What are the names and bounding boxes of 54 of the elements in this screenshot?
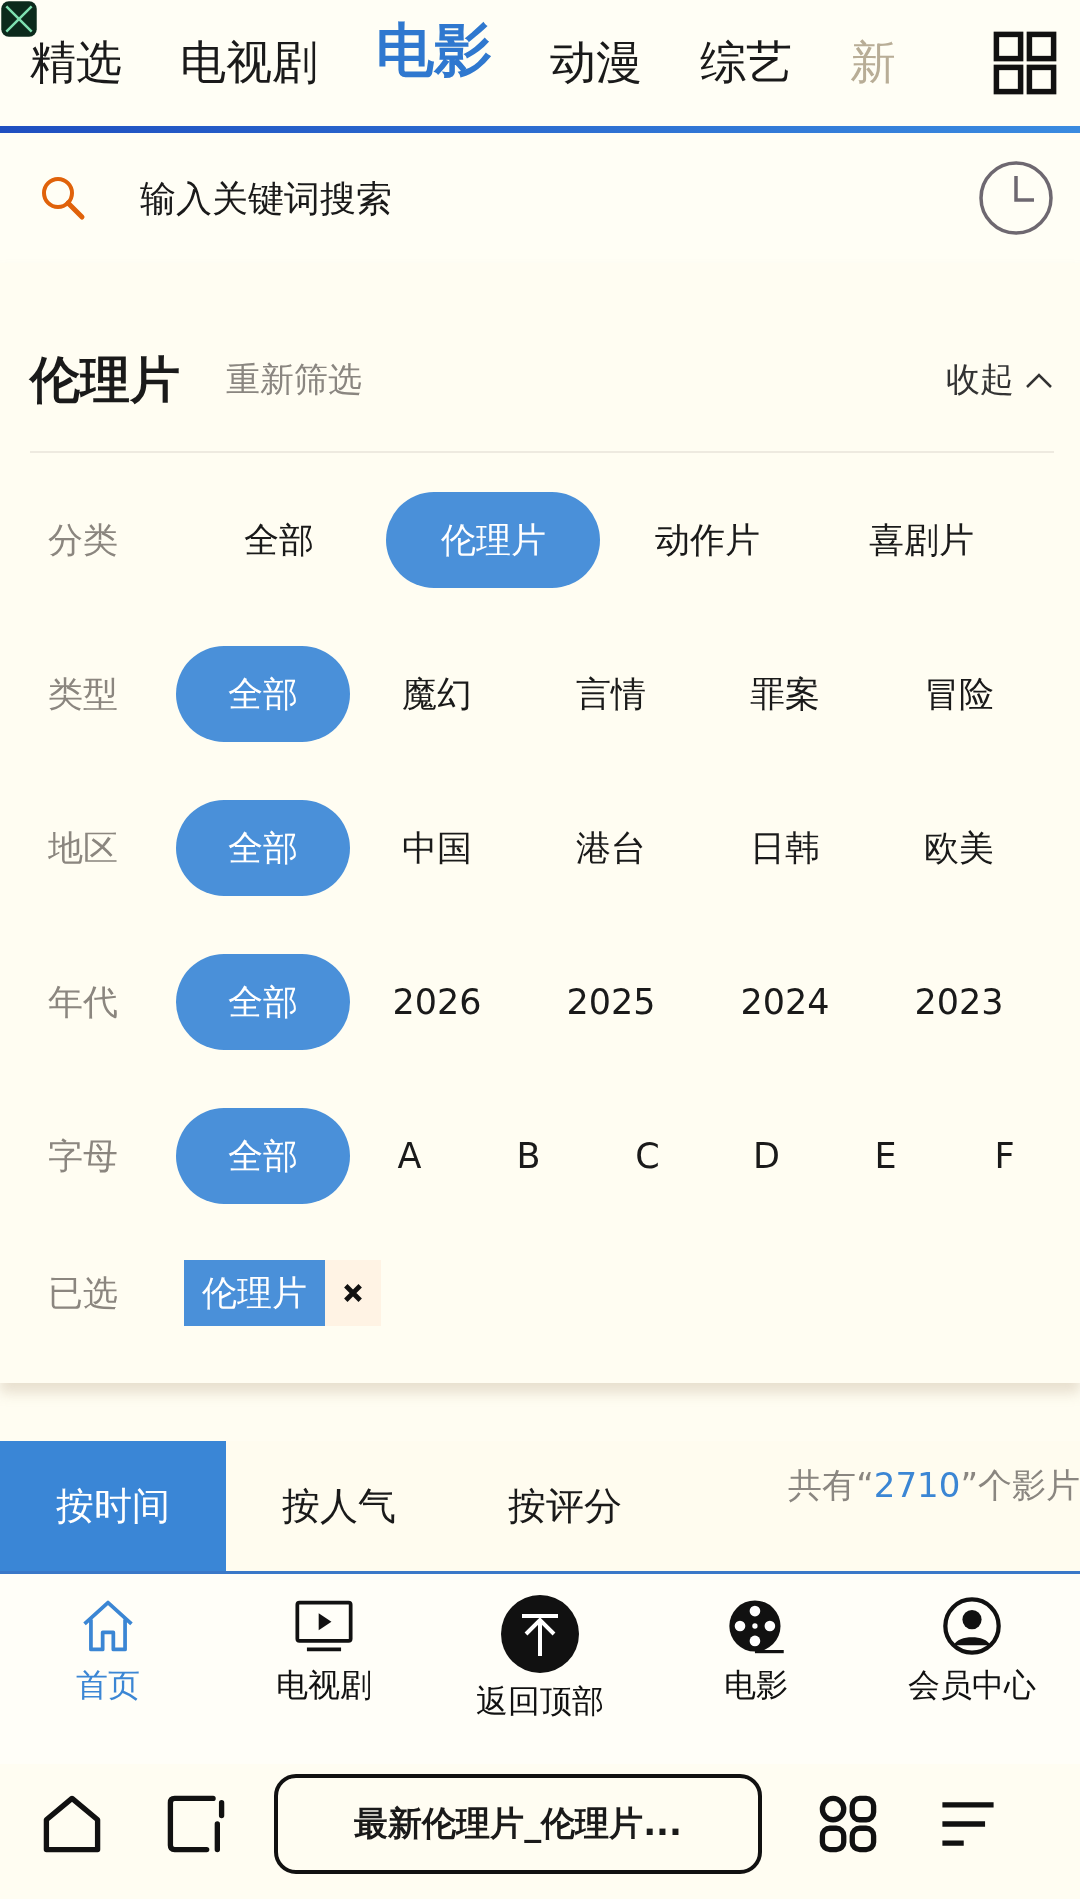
remove-button[interactable] bbox=[325, 1260, 381, 1326]
collapse-button[interactable]: 收起 bbox=[946, 357, 1054, 403]
filter-option[interactable]: 2026 bbox=[350, 954, 524, 1050]
filter-option[interactable]: D bbox=[707, 1108, 826, 1204]
filter-option[interactable]: 中国 bbox=[350, 800, 524, 896]
search-field[interactable]: 输入关键词搜索 bbox=[138, 176, 978, 220]
filter-label: 地区 bbox=[47, 826, 119, 870]
filter-option[interactable]: B bbox=[469, 1108, 588, 1204]
grid-icon[interactable] bbox=[992, 30, 1058, 96]
filter-label: 分类 bbox=[47, 518, 119, 562]
category-tab[interactable]: 电视剧 bbox=[180, 35, 318, 91]
filter-option[interactable]: 全部 bbox=[172, 492, 386, 588]
filter-option[interactable]: 日韩 bbox=[698, 800, 872, 896]
close-icon[interactable] bbox=[0, 0, 38, 38]
close-icon bbox=[341, 1281, 365, 1305]
filter-option[interactable]: 喜剧片 bbox=[814, 492, 1028, 588]
nav-item[interactable]: 会员中心 bbox=[864, 1594, 1080, 1764]
clock-icon[interactable] bbox=[978, 160, 1054, 236]
sort-tab[interactable]: 按评分 bbox=[452, 1441, 678, 1571]
sort-tab[interactable]: 按人气 bbox=[226, 1441, 452, 1571]
category-tab[interactable]: 精选 bbox=[30, 35, 122, 91]
filter-title: 伦理片 bbox=[30, 349, 180, 411]
filter-option[interactable]: 魔幻 bbox=[350, 646, 524, 742]
filter-option[interactable]: 冒险 bbox=[872, 646, 1046, 742]
nav-item[interactable]: 电视剧 bbox=[216, 1594, 432, 1764]
result-count: 共有“2710”个影片 bbox=[788, 1464, 1080, 1507]
filter-option[interactable]: E bbox=[826, 1108, 945, 1204]
filter-option[interactable]: 言情 bbox=[524, 646, 698, 742]
filter-option[interactable]: 动作片 bbox=[600, 492, 814, 588]
category-tab[interactable]: 电影 bbox=[376, 16, 492, 86]
nav-item[interactable]: 返回顶部 bbox=[432, 1594, 648, 1764]
user-icon bbox=[940, 1594, 1004, 1658]
filter-option[interactable]: C bbox=[588, 1108, 707, 1204]
filter-option[interactable]: 港台 bbox=[524, 800, 698, 896]
filter-option[interactable]: A bbox=[350, 1108, 469, 1204]
filter-option[interactable]: 2025 bbox=[524, 954, 698, 1050]
filter-option[interactable]: 2024 bbox=[698, 954, 872, 1050]
address-bar[interactable]: 最新伦理片_伦理片... bbox=[274, 1774, 762, 1874]
filter-label: 年代 bbox=[47, 980, 119, 1024]
filter-label: 已选 bbox=[47, 1271, 119, 1315]
nav-item[interactable]: 首页 bbox=[0, 1594, 216, 1764]
filter-label: 字母 bbox=[47, 1134, 119, 1178]
category-tab[interactable]: 综艺 bbox=[700, 35, 792, 91]
nav-item[interactable]: 电影 bbox=[648, 1594, 864, 1764]
category-tab[interactable]: 动漫 bbox=[550, 35, 642, 91]
filter-option[interactable]: 罪案 bbox=[698, 646, 872, 742]
selected-tag: 伦理片 bbox=[184, 1260, 325, 1326]
reset-link[interactable]: 重新筛选 bbox=[226, 357, 946, 403]
sort-tab[interactable]: 按时间 bbox=[0, 1441, 226, 1571]
filter-option[interactable]: 欧美 bbox=[872, 800, 1046, 896]
filter-option[interactable]: F bbox=[945, 1108, 1064, 1204]
arrow-up-icon bbox=[500, 1594, 580, 1674]
filter-option[interactable]: 2023 bbox=[872, 954, 1046, 1050]
filter-label: 类型 bbox=[47, 672, 119, 716]
